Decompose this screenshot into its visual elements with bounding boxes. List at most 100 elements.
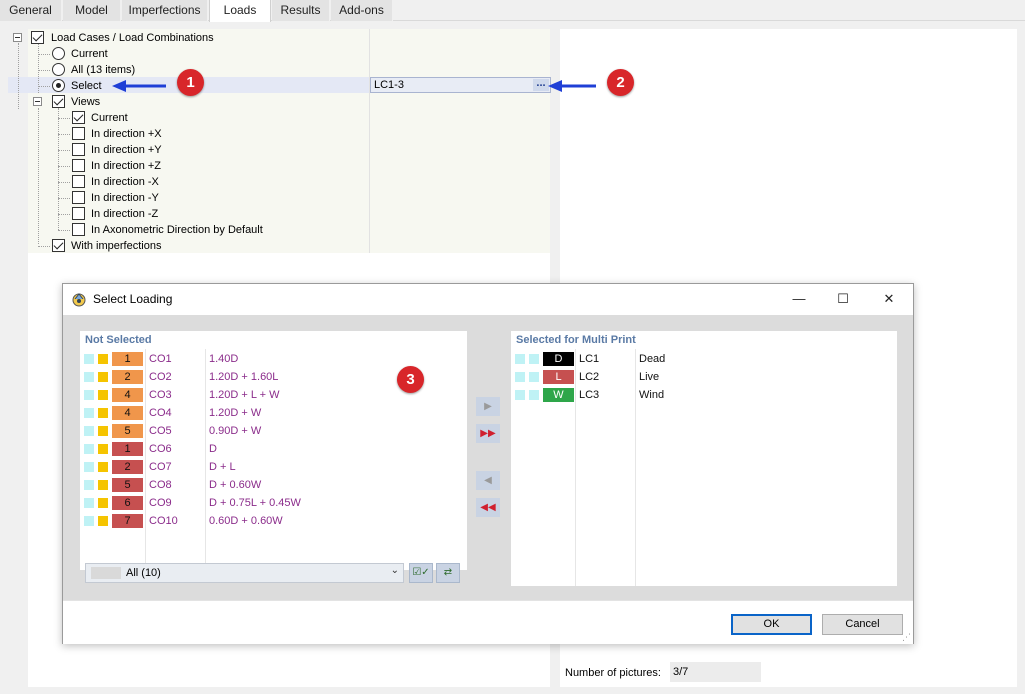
invert-selection-button[interactable]: ⇄ bbox=[436, 563, 460, 583]
type-swatch bbox=[84, 390, 94, 400]
combination-definition: D + 0.60W bbox=[209, 479, 262, 491]
view-plus-z-checkbox[interactable] bbox=[72, 159, 85, 172]
combination-name: CO1 bbox=[149, 353, 172, 365]
load-case-description: Dead bbox=[639, 353, 666, 365]
select-label: Select bbox=[71, 80, 102, 92]
imperfections-checkbox[interactable] bbox=[52, 239, 65, 252]
view-item[interactable]: In direction -X bbox=[72, 174, 352, 190]
list-item[interactable]: 1 CO6 D bbox=[80, 441, 467, 457]
selected-list[interactable]: Selected for Multi Print D LC1 Dead L LC2 Liv… bbox=[511, 331, 897, 586]
list-item[interactable]: 4 CO4 1.20D + W bbox=[80, 405, 467, 421]
tab-model[interactable]: Model bbox=[63, 0, 121, 21]
all-radio[interactable] bbox=[52, 63, 65, 76]
annotation-badge-3: 3 bbox=[397, 366, 424, 393]
collapse-toggle-icon[interactable] bbox=[33, 97, 42, 106]
view-label: In Axonometric Direction by Default bbox=[91, 224, 263, 236]
close-button[interactable]: ✕ bbox=[867, 284, 911, 314]
move-left-button[interactable]: ◀ bbox=[476, 471, 500, 490]
move-all-right-button[interactable]: ▶▶ bbox=[476, 424, 500, 443]
load-case-chip: D bbox=[543, 352, 574, 366]
list-item[interactable]: L LC2 Live bbox=[511, 369, 897, 385]
view-item[interactable]: In direction +Y bbox=[72, 142, 352, 158]
view-item[interactable]: In direction +Z bbox=[72, 158, 352, 174]
type-swatch bbox=[515, 354, 525, 364]
filter-dropdown[interactable]: All (10) ⌄ bbox=[85, 563, 404, 583]
tab-add-ons[interactable]: Add-ons bbox=[331, 0, 393, 21]
tree-row-load-cases[interactable]: Load Cases / Load Combinations bbox=[13, 30, 353, 46]
tree-line bbox=[38, 86, 50, 87]
move-all-left-button[interactable]: ◀◀ bbox=[476, 498, 500, 517]
category-swatch bbox=[98, 444, 108, 454]
all-label: All (13 items) bbox=[71, 64, 136, 76]
view-item[interactable]: In Axonometric Direction by Default bbox=[72, 222, 362, 238]
current-radio[interactable] bbox=[52, 47, 65, 60]
list-item[interactable]: D LC1 Dead bbox=[511, 351, 897, 367]
list-item[interactable]: W LC3 Wind bbox=[511, 387, 897, 403]
combination-number: 2 bbox=[112, 460, 143, 474]
annotation-arrow-2 bbox=[548, 80, 596, 92]
view-item[interactable]: In direction -Z bbox=[72, 206, 352, 222]
tab-loads[interactable]: Loads bbox=[209, 0, 271, 22]
minimize-button[interactable]: — bbox=[777, 284, 821, 314]
type-swatch bbox=[84, 408, 94, 418]
select-radio[interactable] bbox=[52, 79, 65, 92]
ok-button[interactable]: OK bbox=[731, 614, 812, 635]
tab-general[interactable]: General bbox=[0, 0, 62, 21]
view-minus-z-checkbox[interactable] bbox=[72, 207, 85, 220]
combination-number: 1 bbox=[112, 442, 143, 456]
tree-line bbox=[58, 198, 70, 199]
views-checkbox[interactable] bbox=[52, 95, 65, 108]
view-plus-x-checkbox[interactable] bbox=[72, 127, 85, 140]
view-axonometric-checkbox[interactable] bbox=[72, 223, 85, 236]
type-swatch bbox=[84, 480, 94, 490]
combination-name: CO7 bbox=[149, 461, 172, 473]
load-case-chip: L bbox=[543, 370, 574, 384]
view-item[interactable]: Current bbox=[72, 110, 352, 126]
list-item[interactable]: 6 CO9 D + 0.75L + 0.45W bbox=[80, 495, 467, 511]
dialog-title: Select Loading bbox=[93, 292, 173, 306]
resize-grip-icon[interactable]: ⋰ bbox=[902, 632, 911, 643]
combination-name: CO2 bbox=[149, 371, 172, 383]
list-item[interactable]: 1 CO1 1.40D bbox=[80, 351, 467, 367]
collapse-toggle-icon[interactable] bbox=[13, 33, 22, 42]
view-plus-y-checkbox[interactable] bbox=[72, 143, 85, 156]
combination-name: CO6 bbox=[149, 443, 172, 455]
tree-line bbox=[38, 70, 50, 71]
tree-row-imperfections[interactable]: With imperfections bbox=[52, 238, 352, 254]
view-label: In direction +Z bbox=[91, 160, 162, 172]
list-item[interactable]: 5 CO5 0.90D + W bbox=[80, 423, 467, 439]
combination-definition: 1.20D + W bbox=[209, 407, 262, 419]
view-label: In direction -X bbox=[91, 176, 159, 188]
type-swatch bbox=[515, 372, 525, 382]
category-swatch bbox=[98, 408, 108, 418]
type-swatch bbox=[84, 426, 94, 436]
select-all-button[interactable]: ☑✓ bbox=[409, 563, 433, 583]
load-case-description: Wind bbox=[639, 389, 665, 401]
combination-name: CO3 bbox=[149, 389, 172, 401]
tree-row-views[interactable]: Views bbox=[33, 94, 353, 110]
view-minus-x-checkbox[interactable] bbox=[72, 175, 85, 188]
move-right-button[interactable]: ▶ bbox=[476, 397, 500, 416]
view-label: In direction +Y bbox=[91, 144, 162, 156]
tab-imperfections[interactable]: Imperfections bbox=[122, 0, 208, 21]
tree-row-current[interactable]: Current bbox=[52, 46, 352, 62]
list-item[interactable]: 5 CO8 D + 0.60W bbox=[80, 477, 467, 493]
combination-number: 7 bbox=[112, 514, 143, 528]
combination-number: 4 bbox=[112, 406, 143, 420]
list-item[interactable]: 2 CO7 D + L bbox=[80, 459, 467, 475]
list-item[interactable]: 7 CO10 0.60D + 0.60W bbox=[80, 513, 467, 529]
combination-name: CO9 bbox=[149, 497, 172, 509]
browse-loads-button[interactable]: ... bbox=[533, 78, 549, 91]
maximize-button[interactable]: ☐ bbox=[821, 284, 865, 314]
view-item[interactable]: In direction -Y bbox=[72, 190, 352, 206]
view-current-checkbox[interactable] bbox=[72, 111, 85, 124]
tab-results[interactable]: Results bbox=[272, 0, 330, 21]
cancel-button[interactable]: Cancel bbox=[822, 614, 903, 635]
number-of-pictures-label: Number of pictures: bbox=[565, 667, 661, 679]
view-item[interactable]: In direction +X bbox=[72, 126, 352, 142]
chevron-down-icon: ⌄ bbox=[390, 565, 399, 576]
selected-loads-field[interactable]: LC1-3 ... bbox=[370, 77, 551, 93]
load-cases-checkbox[interactable] bbox=[31, 31, 44, 44]
combination-definition: 0.90D + W bbox=[209, 425, 262, 437]
view-minus-y-checkbox[interactable] bbox=[72, 191, 85, 204]
